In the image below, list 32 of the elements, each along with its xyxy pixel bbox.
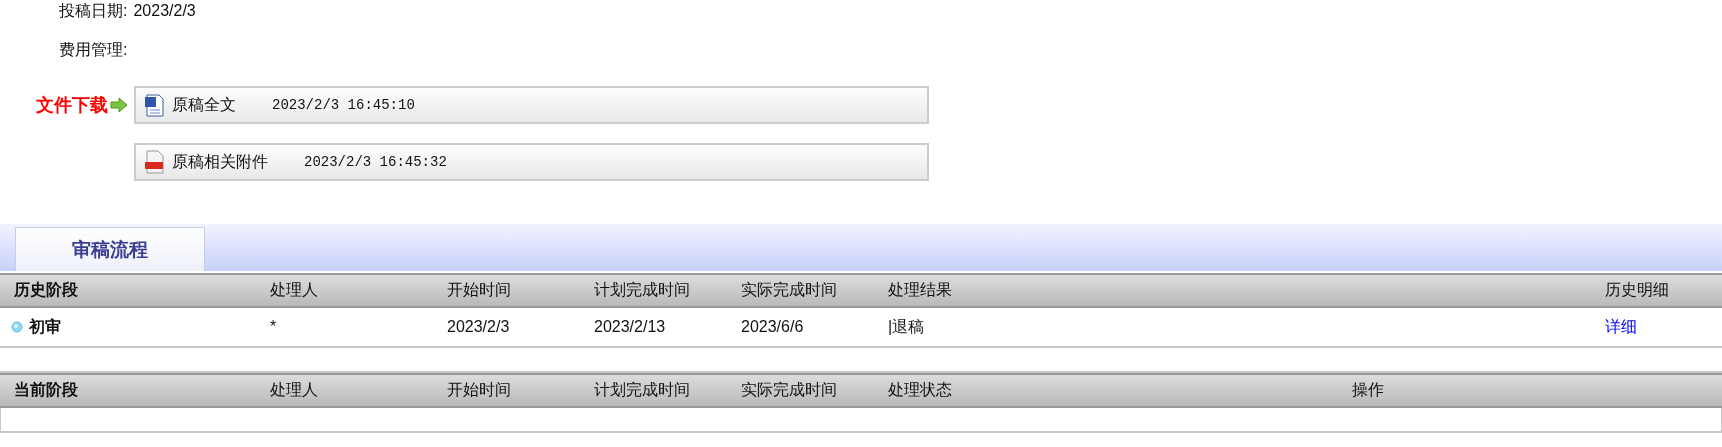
column-header: 开始时间 (447, 380, 512, 400)
table-cell-text: 2023/6/6 (741, 318, 805, 336)
field-value: 2023/2/3 (133, 1, 196, 21)
pdf-file-icon (144, 150, 164, 174)
table-cell-text: |退稿 (888, 316, 926, 337)
tab[interactable]: 审稿流程 (15, 227, 205, 271)
column-header: 历史明细 (1605, 280, 1670, 300)
column-header: 历史阶段 (13, 280, 79, 300)
column-header: 实际完成时间 (741, 380, 838, 400)
column-header: 操作 (1352, 380, 1385, 400)
field-label: 费用管理: (59, 40, 128, 60)
column-header: 开始时间 (447, 280, 512, 300)
column-header: 处理状态 (888, 380, 953, 400)
column-header: 实际完成时间 (741, 280, 838, 300)
table-cell-text: 2023/2/3 (447, 318, 511, 336)
table-cell-text: 2023/2/13 (594, 318, 667, 336)
arrow-right-icon (110, 97, 128, 113)
column-header: 计划完成时间 (594, 380, 691, 400)
table-cell-text: 初审 (29, 316, 61, 337)
field-label: 投稿日期: (59, 1, 128, 21)
column-header: 处理结果 (888, 280, 953, 300)
column-header: 当前阶段 (13, 380, 79, 400)
column-header: 处理人 (270, 280, 319, 300)
column-header: 计划完成时间 (594, 280, 691, 300)
bullet-icon (11, 321, 23, 333)
document-icon (144, 93, 164, 117)
file-download-link[interactable]: 原稿相关附件 2023/2/3 16:45:32 (134, 143, 929, 181)
detail-link[interactable]: 详细 (1605, 316, 1722, 338)
section-label: 文件下载 (36, 94, 108, 117)
column-header: 处理人 (270, 380, 319, 400)
table-cell-text: * (270, 318, 278, 336)
file-download-link[interactable]: 原稿全文 2023/2/3 16:45:10 (134, 86, 929, 124)
